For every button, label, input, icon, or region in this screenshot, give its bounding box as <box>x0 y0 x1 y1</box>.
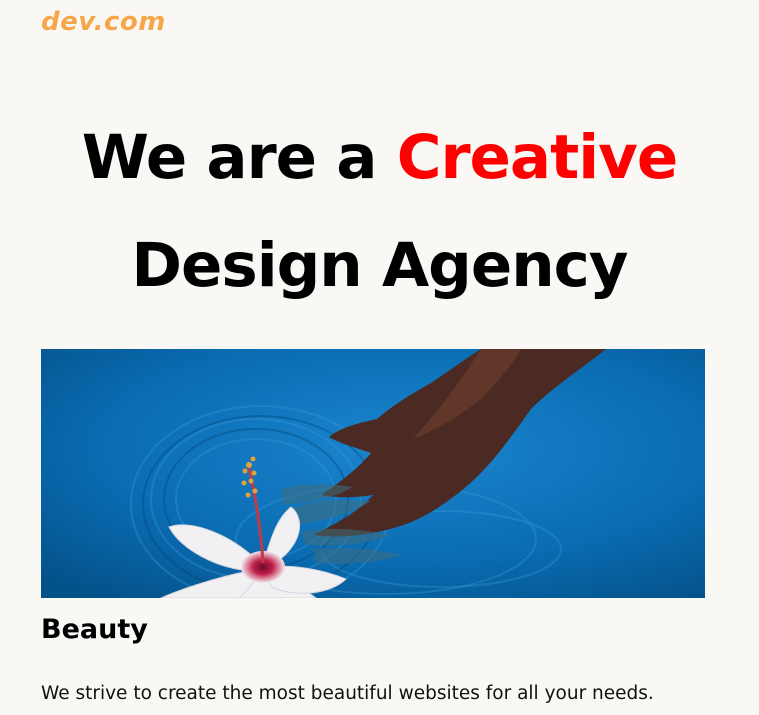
hero-image <box>41 349 705 598</box>
water-flower-photo <box>41 349 705 598</box>
hero-heading: We are a Creative Design Agency <box>0 104 759 320</box>
card-title: Beauty <box>41 614 148 645</box>
card-description: We strive to create the most beautiful w… <box>41 683 654 704</box>
hero-heading-accent: Creative <box>396 122 679 193</box>
site-logo[interactable]: dev.com <box>41 7 166 37</box>
hero-heading-part1: We are a <box>81 122 397 193</box>
hero-heading-line2: Design Agency <box>131 230 628 301</box>
